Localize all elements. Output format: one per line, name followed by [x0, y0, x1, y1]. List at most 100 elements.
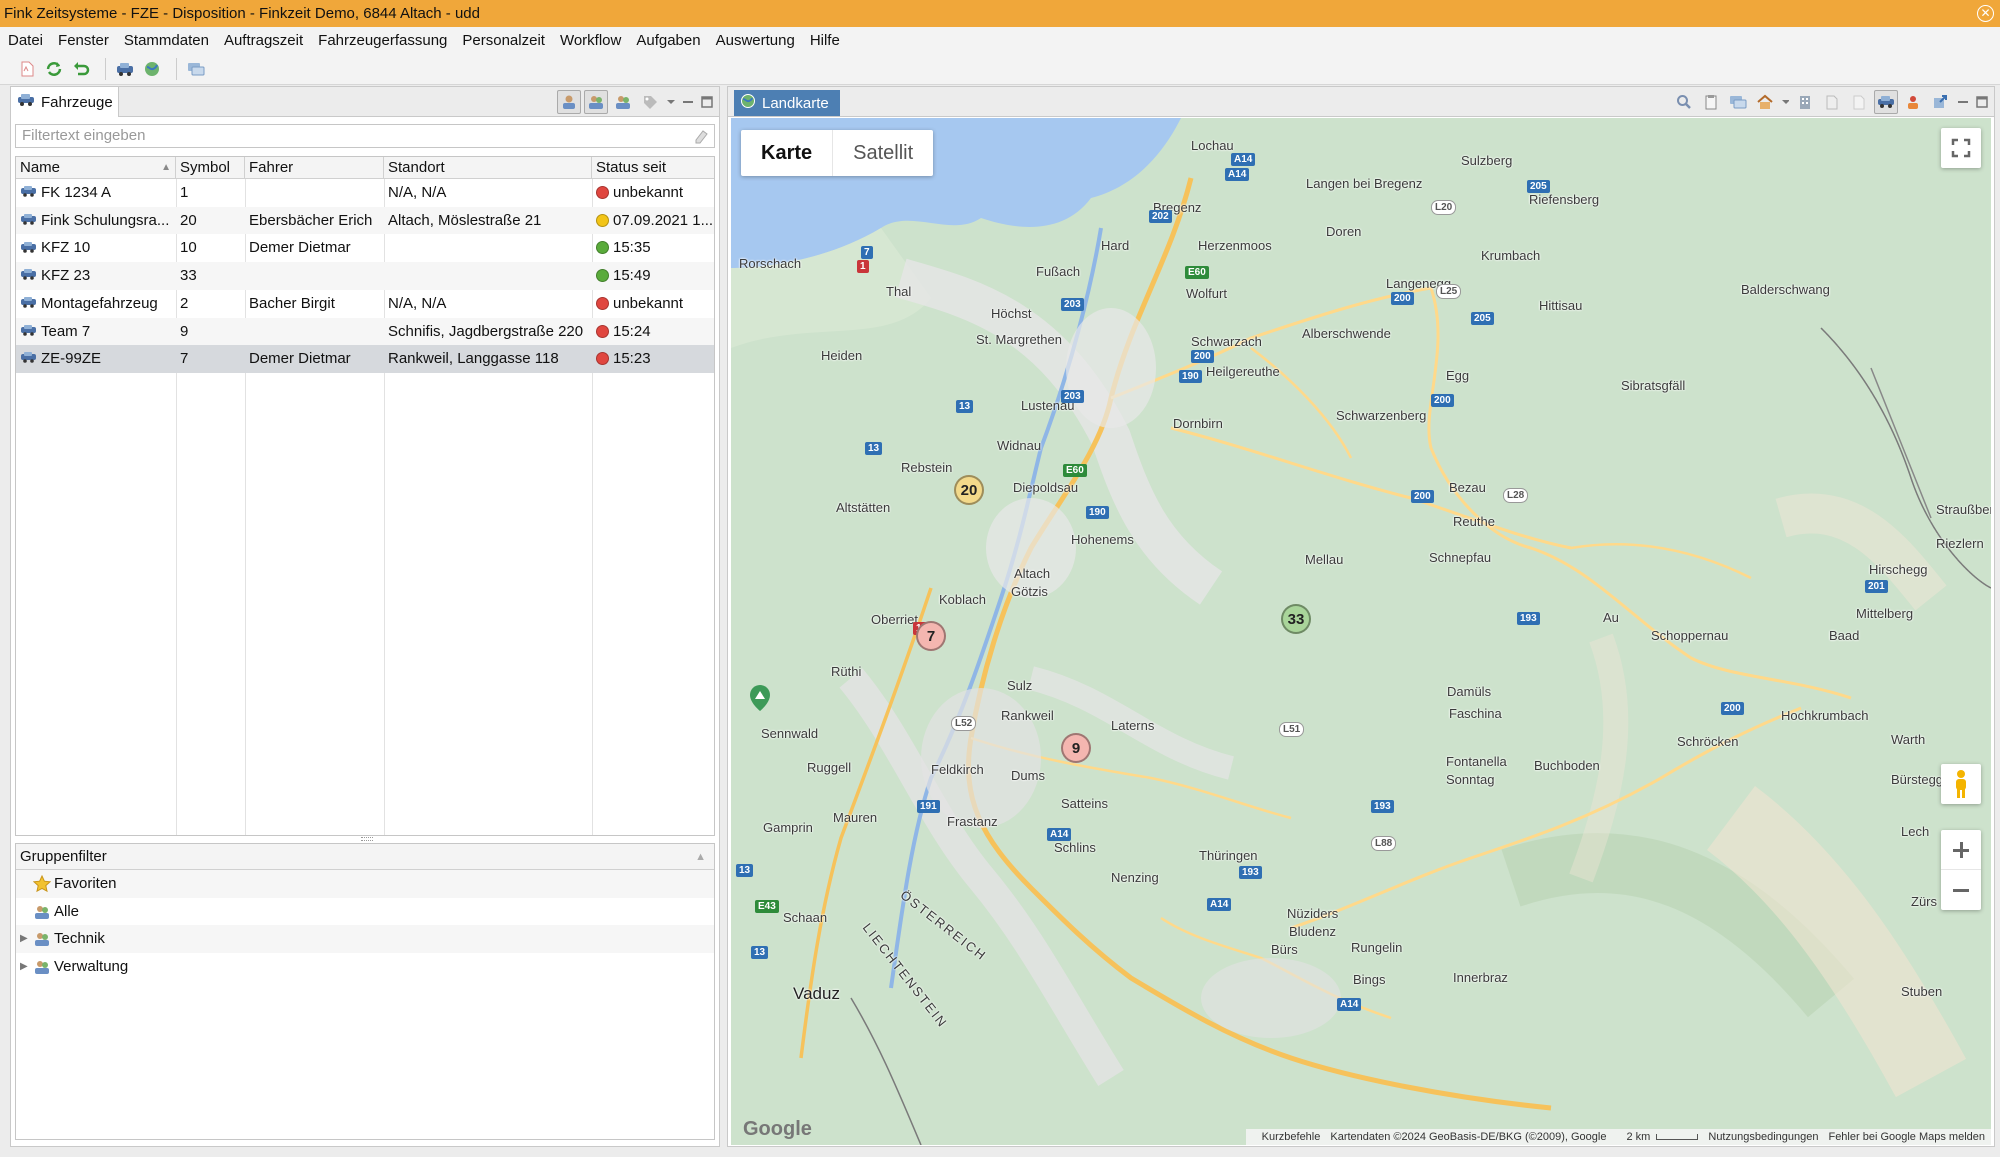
- column-header-standort[interactable]: Standort: [384, 157, 592, 179]
- minimize-icon[interactable]: [1955, 90, 1971, 114]
- pdf-icon[interactable]: [16, 58, 38, 80]
- vehicle-icon[interactable]: [114, 58, 136, 80]
- road-shield: L28: [1503, 488, 1529, 503]
- table-row[interactable]: Team 7 9 Schnifis, Jagdbergstraße 220 15:24: [16, 317, 714, 346]
- keyboard-shortcuts-link[interactable]: Kurzbefehle: [1262, 1131, 1321, 1143]
- expand-chevron-right-icon[interactable]: ▶: [20, 925, 28, 953]
- window-title: Fink Zeitsysteme - FZE - Disposition - F…: [4, 5, 480, 22]
- table-cell-driver: Demer Dietmar: [245, 345, 384, 373]
- map-place-label: Mellau: [1305, 552, 1344, 567]
- map-place-label: Vaduz: [793, 984, 840, 1003]
- menu-fahrzeugerfassung[interactable]: Fahrzeugerfassung: [318, 32, 447, 49]
- clipboard-icon[interactable]: [1699, 90, 1723, 114]
- map-place-label: Wolfurt: [1186, 286, 1227, 301]
- group-item-label: Verwaltung: [54, 958, 129, 976]
- driver-view-icon[interactable]: [557, 90, 581, 114]
- map-place-label: Rorschach: [739, 256, 802, 271]
- menu-auswertung[interactable]: Auswertung: [716, 32, 795, 49]
- group-item-technik[interactable]: ▶ Technik: [16, 925, 714, 954]
- filter-input[interactable]: Filtertext eingeben: [15, 124, 715, 148]
- minimize-icon[interactable]: [680, 90, 696, 114]
- column-header-fahrer[interactable]: Fahrer: [245, 157, 384, 179]
- map-place-label: Satteins: [1061, 796, 1108, 811]
- menu-personalzeit[interactable]: Personalzeit: [462, 32, 545, 49]
- vehicle-marker[interactable]: 33: [1281, 604, 1311, 634]
- report-error-link[interactable]: Fehler bei Google Maps melden: [1828, 1131, 1985, 1143]
- vehicle-marker[interactable]: 20: [954, 475, 984, 505]
- window-close-icon[interactable]: ✕: [1977, 5, 1994, 22]
- undo-icon[interactable]: [70, 58, 92, 80]
- group-item-verwaltung[interactable]: ▶ Verwaltung: [16, 953, 714, 981]
- zoom-in-icon[interactable]: [1941, 830, 1981, 870]
- map-place-label: Hohenems: [1071, 532, 1134, 547]
- table-row[interactable]: KFZ 23 33 15:49: [16, 262, 714, 290]
- clear-filter-icon[interactable]: [693, 128, 709, 151]
- group-item-favoriten[interactable]: Favoriten: [16, 870, 714, 898]
- vehicle-marker[interactable]: 9: [1061, 733, 1091, 763]
- menu-auftragszeit[interactable]: Auftragszeit: [224, 32, 303, 49]
- map-panel: Landkarte Lochau Bregenz Langen bei Breg…: [727, 86, 1995, 1147]
- table-row[interactable]: Fink Schulungsra... 20 Ebersbächer Erich Al…: [16, 206, 714, 235]
- menu-datei[interactable]: Datei: [8, 32, 43, 49]
- map-place-label: Altstätten: [836, 500, 891, 515]
- map-place-label: Fußach: [1036, 264, 1081, 279]
- refresh-icon[interactable]: [43, 58, 65, 80]
- maximize-icon[interactable]: [1974, 90, 1990, 114]
- column-header-symbol[interactable]: Symbol: [176, 157, 245, 179]
- table-row[interactable]: Montagefahrzeug 2 Bacher Birgit N/A, N/A unb…: [16, 290, 714, 318]
- expand-chevron-right-icon[interactable]: ▶: [20, 953, 28, 981]
- menu-workflow[interactable]: Workflow: [560, 32, 621, 49]
- home-icon[interactable]: [1753, 90, 1777, 114]
- column-header-status[interactable]: Status seit: [592, 157, 714, 179]
- collapse-icon[interactable]: ▲: [695, 844, 706, 870]
- globe-icon[interactable]: [141, 58, 163, 80]
- map-place-label: Koblach: [939, 592, 986, 607]
- map-canvas[interactable]: Lochau Bregenz Langen bei Bregenz Sulzbe…: [731, 118, 1991, 1145]
- table-cell-symbol: 9: [176, 318, 245, 346]
- export-icon[interactable]: [1928, 90, 1952, 114]
- vehicle-marker[interactable]: 7: [916, 621, 946, 651]
- maximize-icon[interactable]: [699, 90, 715, 114]
- park-poi-icon[interactable]: [749, 684, 771, 716]
- street-view-pegman-icon[interactable]: [1941, 764, 1981, 804]
- building-icon[interactable]: [1793, 90, 1817, 114]
- home-menu-chevron-down-icon[interactable]: [1780, 90, 1790, 114]
- road-shield: 203: [1061, 298, 1084, 311]
- view-menu-chevron-down-icon[interactable]: [665, 90, 677, 114]
- table-row[interactable]: ZE-99ZE 7 Demer Dietmar Rankweil, Langgasse…: [16, 345, 714, 373]
- menu-aufgaben[interactable]: Aufgaben: [636, 32, 700, 49]
- fullscreen-icon[interactable]: [1941, 128, 1981, 168]
- cell-text: KFZ 10: [41, 239, 91, 257]
- group-item-alle[interactable]: Alle: [16, 898, 714, 926]
- table-row[interactable]: KFZ 10 10 Demer Dietmar 15:35: [16, 234, 714, 262]
- terms-link[interactable]: Nutzungsbedingungen: [1708, 1131, 1818, 1143]
- map-place-label: Sulz: [1007, 678, 1033, 693]
- menu-hilfe[interactable]: Hilfe: [810, 32, 840, 49]
- menu-stammdaten[interactable]: Stammdaten: [124, 32, 209, 49]
- team-view-icon[interactable]: [584, 90, 608, 114]
- zoom-out-icon[interactable]: [1941, 870, 1981, 910]
- table-cell-location: [384, 234, 592, 262]
- tag-icon[interactable]: [638, 90, 662, 114]
- table-row[interactable]: FK 1234 A 1 N/A, N/A unbekannt: [16, 179, 714, 207]
- map-type-satellit-button[interactable]: Satellit: [832, 130, 933, 176]
- search-icon[interactable]: [1672, 90, 1696, 114]
- tab-fahrzeuge[interactable]: Fahrzeuge: [11, 87, 119, 117]
- menu-fenster[interactable]: Fenster: [58, 32, 109, 49]
- vehicle-icon[interactable]: [1874, 90, 1898, 114]
- tab-landkarte[interactable]: Landkarte: [734, 90, 840, 116]
- vehicles-panel: Fahrzeuge Filtertext eingeben Name ▲ Sym…: [10, 86, 720, 1147]
- person-warning-icon[interactable]: [1901, 90, 1925, 114]
- map-type-karte-button[interactable]: Karte: [741, 130, 832, 176]
- document-icon[interactable]: [1820, 90, 1844, 114]
- group-filter-header[interactable]: Gruppenfilter ▲: [16, 844, 714, 870]
- map-place-label: Rüthi: [831, 664, 862, 679]
- note-icon[interactable]: [1847, 90, 1871, 114]
- messages-icon[interactable]: [1726, 90, 1750, 114]
- panel-splitter-handle[interactable]: [361, 837, 373, 841]
- group-view-icon[interactable]: [611, 90, 635, 114]
- map-place-label: Mauren: [833, 810, 878, 825]
- messages-icon[interactable]: [185, 58, 207, 80]
- column-header-name[interactable]: Name ▲: [16, 157, 176, 179]
- map-place-label: Hochkrumbach: [1781, 708, 1869, 723]
